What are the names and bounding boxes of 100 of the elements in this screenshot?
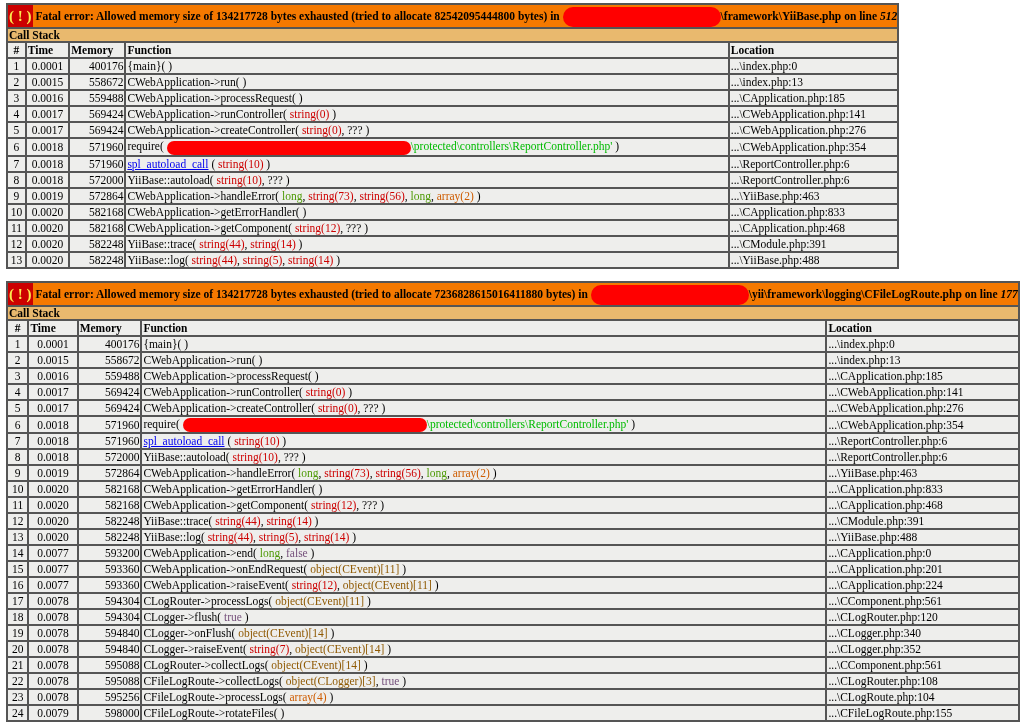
error-message: Fatal error: Allowed memory size of 134217728 bytes exhausted (tried to allocate 82542095444800 bytes) in [35, 10, 561, 22]
memory-value: 558672 [77, 352, 142, 369]
file-location: ...\CLogger.php:340 [826, 625, 1019, 642]
frame-number: 4 [7, 106, 26, 123]
memory-value: 593200 [77, 545, 142, 562]
function-link[interactable]: spl_autoload_call [127, 157, 209, 170]
frame-number: 23 [7, 689, 29, 706]
frame-number: 2 [7, 352, 29, 369]
time-value: 0.0018 [28, 433, 78, 450]
file-location: ...\CComponent.php:561 [826, 657, 1019, 674]
frame-number: 24 [7, 705, 29, 722]
function-call: CWebApplication->run( ) [141, 352, 827, 369]
time-value: 0.0078 [28, 641, 78, 658]
function-call: CWebApplication->raiseEvent( string(12), object(CEvent)[11] ) [141, 577, 827, 594]
column-header: Location [728, 42, 899, 59]
time-value: 0.0020 [28, 529, 78, 546]
file-location: ...\CLogRoute.php:104 [826, 689, 1019, 706]
frame-number: 9 [7, 465, 29, 482]
frame-number: 16 [7, 577, 29, 594]
time-value: 0.0001 [28, 336, 78, 353]
file-location: ...\ReportController.php:6 [826, 433, 1019, 450]
error-sign: ( ! ) [8, 5, 33, 27]
file-location: ...\CApplication.php:224 [826, 577, 1019, 594]
function-text: \protected\controllers\ReportController.php' [410, 140, 613, 153]
time-value: 0.0016 [25, 90, 70, 107]
time-value: 0.0015 [25, 74, 70, 91]
frame-number: 17 [7, 593, 29, 610]
frame-number: 22 [7, 673, 29, 690]
time-value: 0.0078 [28, 609, 78, 626]
time-value: 0.0077 [28, 545, 78, 562]
memory-value: 582248 [77, 513, 142, 530]
column-header: # [7, 320, 29, 337]
time-value: 0.0020 [28, 513, 78, 530]
function-link[interactable]: spl_autoload_call [143, 435, 225, 448]
memory-value: 559488 [77, 368, 142, 385]
memory-value: 582248 [77, 529, 142, 546]
memory-value: 582168 [77, 497, 142, 514]
column-header: Location [826, 320, 1019, 337]
column-header: Function [141, 320, 827, 337]
memory-value: 569424 [77, 400, 142, 417]
file-location: ...\CApplication.php:833 [826, 481, 1019, 498]
file-location: ...\CLogRouter.php:120 [826, 609, 1019, 626]
frame-number: 20 [7, 641, 29, 658]
frame-number: 12 [7, 513, 29, 530]
section-title: Call Stack [7, 306, 1019, 321]
time-value: 0.0077 [28, 561, 78, 578]
function-call: spl_autoload_call ( string(10) ) [141, 433, 827, 450]
file-location: ...\CApplication.php:201 [826, 561, 1019, 578]
time-value: 0.0001 [25, 58, 70, 75]
column-header: Memory [77, 320, 142, 337]
time-value: 0.0077 [28, 577, 78, 594]
column-header: Memory [69, 42, 126, 59]
memory-value: 400176 [69, 58, 126, 75]
function-call: CWebApplication->processRequest( ) [125, 90, 729, 107]
function-call: CWebApplication->run( ) [125, 74, 729, 91]
file-location: ...\CFileLogRoute.php:155 [826, 705, 1019, 722]
file-location: ...\CWebApplication.php:276 [826, 400, 1019, 417]
memory-value: 594840 [77, 641, 142, 658]
function-call: CLogRouter->processLogs( object(CEvent)[11] ) [141, 593, 827, 610]
file-location: ...\CWebApplication.php:276 [728, 122, 899, 139]
error-sign: ( ! ) [8, 282, 33, 305]
function-call: CWebApplication->end( long, false ) [141, 545, 827, 562]
function-call: CLogger->flush( true ) [141, 609, 827, 626]
memory-value: 571960 [69, 138, 126, 156]
function-call: CWebApplication->createController( string(0), ??? ) [141, 400, 827, 417]
function-call: CLogger->onFlush( object(CEvent)[14] ) [141, 625, 827, 642]
function-call: YiiBase::trace( string(44), string(14) ) [141, 513, 827, 530]
function-call: YiiBase::log( string(44), string(5), string(14) ) [141, 529, 827, 546]
frame-number: 3 [7, 90, 26, 107]
memory-value: 595088 [77, 657, 142, 674]
function-call: CLogRouter->collectLogs( object(CEvent)[14] ) [141, 657, 827, 674]
memory-value: 569424 [77, 384, 142, 401]
file-location: ...\CModule.php:391 [826, 513, 1019, 530]
frame-number: 14 [7, 545, 29, 562]
memory-value: 569424 [69, 122, 126, 139]
file-location: ...\index.php:0 [728, 58, 899, 75]
frame-number: 3 [7, 368, 29, 385]
file-location: ...\CWebApplication.php:354 [826, 416, 1019, 434]
memory-value: 594840 [77, 625, 142, 642]
time-value: 0.0018 [25, 138, 70, 156]
frame-number: 10 [7, 481, 29, 498]
time-value: 0.0017 [28, 384, 78, 401]
file-location: ...\CApplication.php:185 [826, 368, 1019, 385]
frame-number: 6 [7, 138, 26, 156]
frame-number: 13 [7, 529, 29, 546]
function-call: {main}( ) [141, 336, 827, 353]
file-location: ...\CWebApplication.php:354 [728, 138, 899, 156]
time-value: 0.0078 [28, 593, 78, 610]
memory-value: 594304 [77, 609, 142, 626]
time-value: 0.0020 [28, 481, 78, 498]
column-header: # [7, 42, 26, 59]
function-call: CWebApplication->getComponent( string(12), ??? ) [141, 497, 827, 514]
function-call: CLogger->raiseEvent( string(7), object(CEvent)[14] ) [141, 641, 827, 658]
frame-number: 6 [7, 416, 29, 434]
frame-number: 1 [7, 336, 29, 353]
memory-value: 595088 [77, 673, 142, 690]
function-call: CWebApplication->onEndRequest( object(CEvent)[11] ) [141, 561, 827, 578]
time-value: 0.0079 [28, 705, 78, 722]
frame-number: 15 [7, 561, 29, 578]
frame-number: 4 [7, 384, 29, 401]
